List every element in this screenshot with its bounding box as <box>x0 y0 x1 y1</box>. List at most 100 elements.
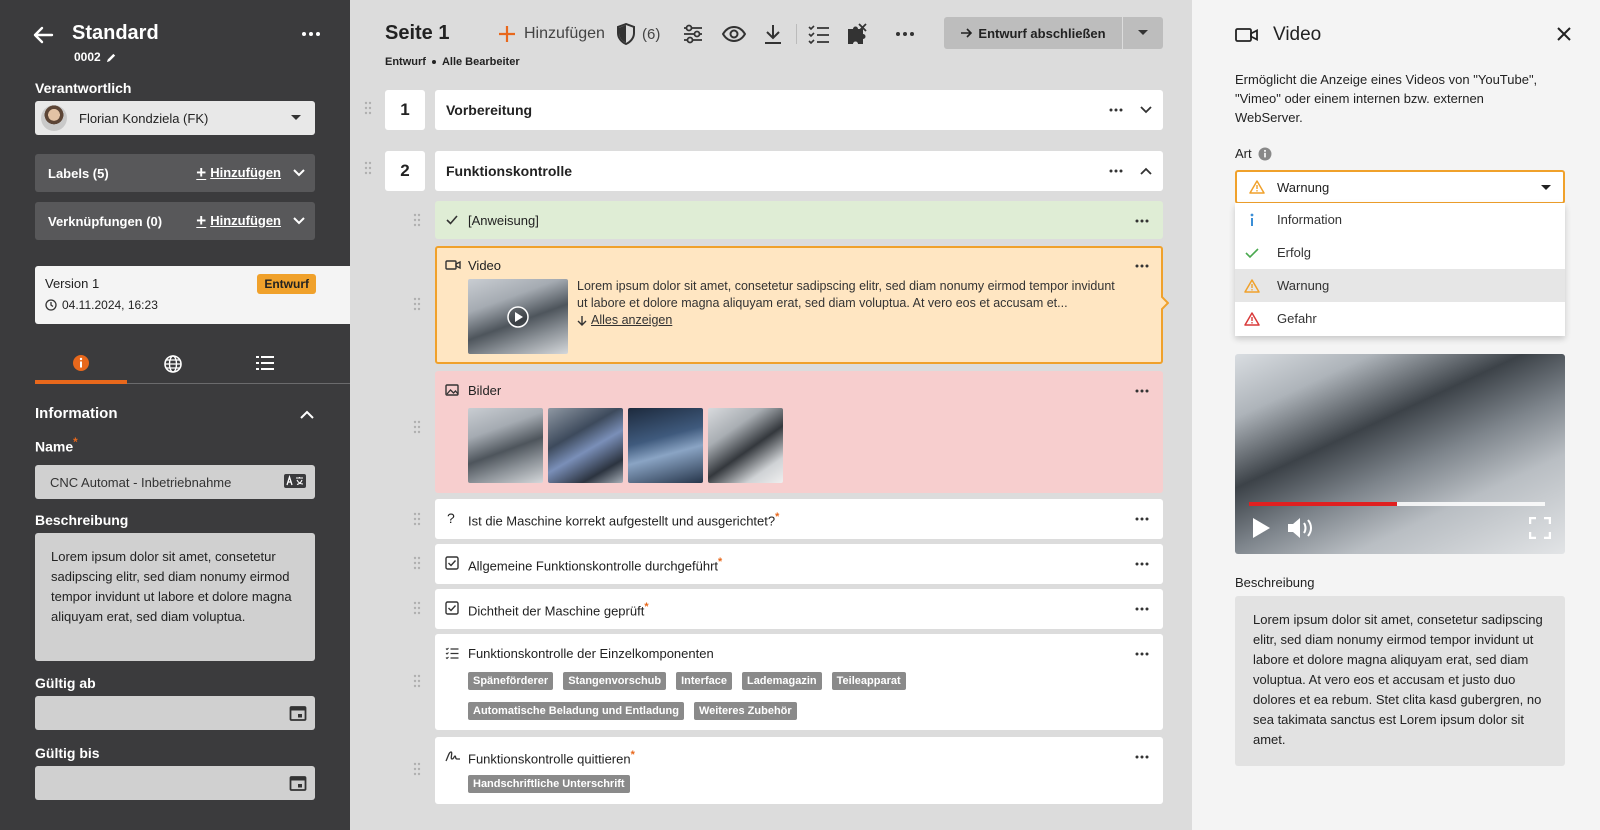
item-component-list[interactable]: Funktionskontrolle der Einzelkomponenten… <box>435 634 1163 730</box>
template-code: 0002 <box>74 50 117 64</box>
item-video[interactable]: Video Lorem ipsum dolor sit amet, conset… <box>435 246 1163 364</box>
permissions-count: (6) <box>642 25 661 43</box>
puzzle-icon[interactable] <box>846 22 868 46</box>
drag-handle-icon[interactable] <box>413 420 421 434</box>
info-icon[interactable] <box>1258 147 1272 161</box>
tab-info[interactable] <box>35 348 127 384</box>
video-progress-track[interactable] <box>1249 502 1545 506</box>
calendar-icon[interactable] <box>289 774 307 792</box>
links-add-link[interactable]: + Hinzufügen <box>196 212 281 229</box>
pencil-icon[interactable] <box>106 52 117 63</box>
drag-handle-icon[interactable] <box>364 161 372 175</box>
image-thumbnail[interactable] <box>468 408 543 483</box>
type-select[interactable]: Warnung <box>1235 170 1565 204</box>
panel-description-textarea[interactable]: Lorem ipsum dolor sit amet, consetetur s… <box>1235 596 1565 766</box>
avatar <box>41 105 67 131</box>
type-option-information[interactable]: Information <box>1235 203 1565 236</box>
item-checkbox-general[interactable]: Allgemeine Funktionskontrolle durchgefüh… <box>435 544 1163 584</box>
item-images[interactable]: Bilder <box>435 371 1163 493</box>
drag-handle-icon[interactable] <box>413 762 421 776</box>
video-thumbnail[interactable] <box>468 279 568 354</box>
settings-sliders-icon[interactable] <box>682 22 704 46</box>
section-header-preparation[interactable]: Vorbereitung <box>435 90 1163 130</box>
show-all-link[interactable]: Alles anzeigen <box>577 313 672 327</box>
required-marker: * <box>630 749 635 761</box>
chevron-up-icon[interactable] <box>1139 165 1153 177</box>
type-option-danger[interactable]: Gefahr <box>1235 302 1565 335</box>
play-icon[interactable] <box>1251 517 1271 539</box>
more-icon[interactable] <box>300 26 322 42</box>
item-title-text: Funktionskontrolle quittieren <box>468 751 631 767</box>
image-thumbnail[interactable] <box>548 408 623 483</box>
clock-icon <box>45 299 57 311</box>
chevron-down-icon[interactable] <box>1139 104 1153 116</box>
item-signature[interactable]: Funktionskontrolle quittieren* Handschri… <box>435 737 1163 804</box>
version-card[interactable]: Version 1 04.11.2024, 16:23 Entwurf <box>35 266 350 324</box>
calendar-icon[interactable] <box>289 704 307 722</box>
chevron-down-icon[interactable] <box>292 214 306 228</box>
download-icon[interactable] <box>763 22 783 46</box>
labels-row[interactable]: Labels (5) + Hinzufügen <box>35 154 315 192</box>
type-option-success[interactable]: Erfolg <box>1235 236 1565 269</box>
valid-to-input[interactable] <box>35 766 315 800</box>
tab-structure[interactable] <box>219 348 311 384</box>
drag-handle-icon[interactable] <box>413 297 421 311</box>
type-option-warning[interactable]: Warnung <box>1235 269 1565 302</box>
video-player[interactable] <box>1235 354 1565 554</box>
description-textarea[interactable]: Lorem ipsum dolor sit amet, consetetur s… <box>35 533 315 661</box>
more-icon[interactable] <box>1109 169 1123 173</box>
finish-dropdown-button[interactable] <box>1123 17 1163 49</box>
toolbar-divider <box>796 24 797 44</box>
more-icon[interactable] <box>1135 264 1149 268</box>
tab-language[interactable] <box>127 348 219 384</box>
type-label-text: Art <box>1235 146 1252 161</box>
finish-draft-button[interactable]: Entwurf abschließen <box>944 17 1122 49</box>
translate-icon[interactable] <box>283 473 307 489</box>
information-section-header[interactable]: Information <box>35 405 315 422</box>
more-icon[interactable] <box>1135 517 1149 521</box>
drag-handle-icon[interactable] <box>413 213 421 227</box>
valid-from-input[interactable] <box>35 696 315 730</box>
links-row[interactable]: Verknüpfungen (0) + Hinzufügen <box>35 202 315 240</box>
volume-icon[interactable] <box>1287 517 1315 539</box>
more-icon[interactable] <box>895 22 915 46</box>
close-icon[interactable] <box>1556 26 1572 42</box>
more-icon[interactable] <box>1135 389 1149 393</box>
permissions-button[interactable]: (6) <box>616 22 660 46</box>
chevron-down-icon[interactable] <box>292 166 306 180</box>
name-input[interactable]: CNC Automat - Inbetriebnahme <box>35 465 315 499</box>
drag-handle-icon[interactable] <box>364 101 372 115</box>
responsible-select[interactable]: Florian Kondziela (FK) <box>35 101 315 135</box>
more-icon[interactable] <box>1135 755 1149 759</box>
checklist-icon[interactable] <box>807 22 831 46</box>
more-icon[interactable] <box>1135 219 1149 223</box>
section-header-function-check[interactable]: Funktionskontrolle <box>435 151 1163 191</box>
chevron-up-icon[interactable] <box>299 407 315 423</box>
drag-handle-icon[interactable] <box>413 556 421 570</box>
more-icon[interactable] <box>1135 562 1149 566</box>
item-question-setup[interactable]: ? Ist die Maschine korrekt aufgestellt u… <box>435 499 1163 539</box>
tag: Automatische Beladung und Entladung <box>468 702 684 720</box>
image-thumbnail[interactable] <box>708 408 783 483</box>
item-title: Video <box>468 258 502 273</box>
item-checkbox-tightness[interactable]: Dichtheit der Maschine geprüft* <box>435 589 1163 629</box>
more-icon[interactable] <box>1135 607 1149 611</box>
fullscreen-icon[interactable] <box>1529 517 1551 539</box>
item-title-text: Dichtheit der Maschine geprüft <box>468 603 645 619</box>
back-arrow-icon[interactable] <box>32 24 54 46</box>
caret-down-icon <box>291 115 301 120</box>
preview-eye-icon[interactable] <box>722 22 746 46</box>
add-button[interactable]: Hinzufügen <box>498 22 605 46</box>
item-instruction[interactable]: [Anweisung] <box>435 201 1163 239</box>
drag-handle-icon[interactable] <box>413 674 421 688</box>
item-title: Dichtheit der Maschine geprüft* <box>468 601 649 618</box>
caret-down-icon <box>1138 30 1148 35</box>
more-icon[interactable] <box>1109 108 1123 112</box>
image-thumbnail[interactable] <box>628 408 703 483</box>
drag-handle-icon[interactable] <box>413 512 421 526</box>
info-icon <box>73 355 89 371</box>
page-editors[interactable]: Alle Bearbeiter <box>442 56 520 68</box>
more-icon[interactable] <box>1135 652 1149 656</box>
labels-add-link[interactable]: + Hinzufügen <box>196 164 281 181</box>
drag-handle-icon[interactable] <box>413 601 421 615</box>
